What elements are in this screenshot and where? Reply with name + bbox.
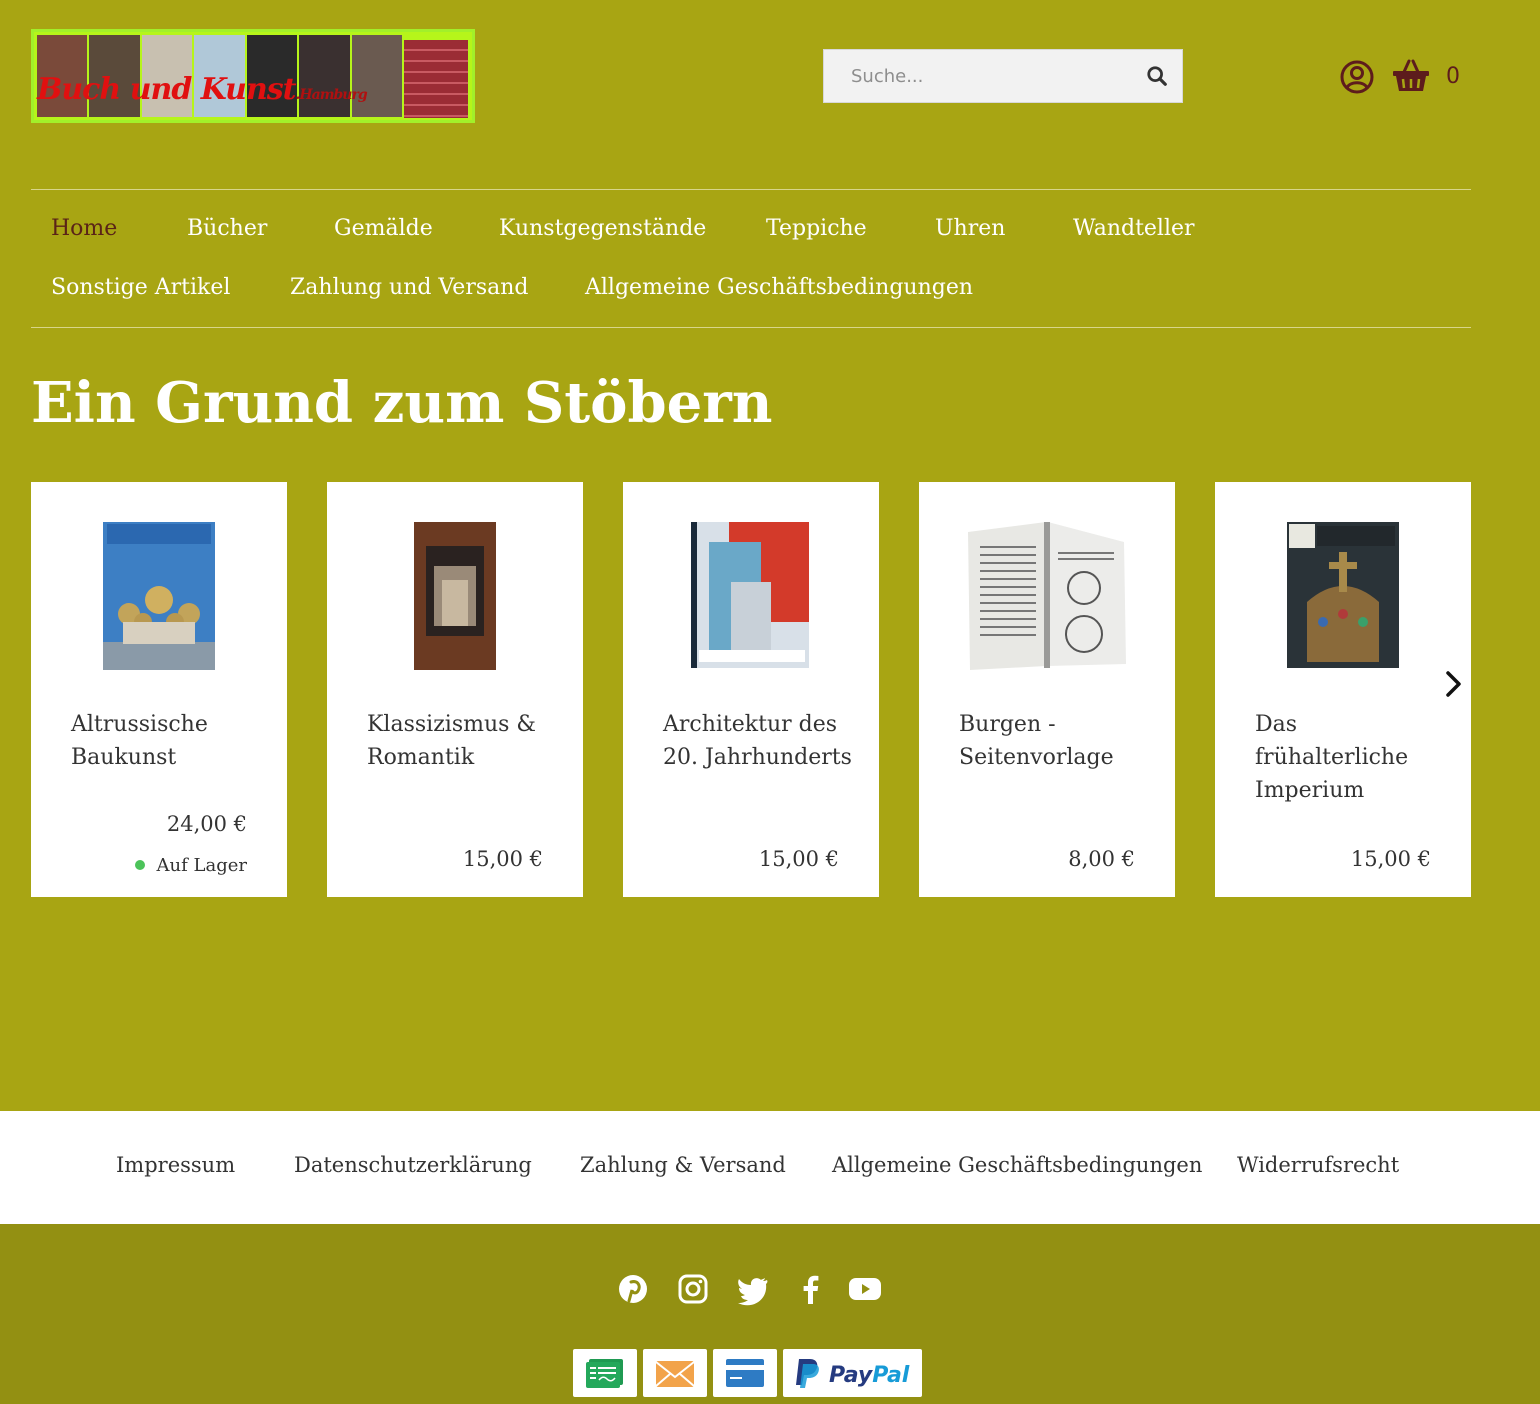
- logo-text: Buch und Kunst.Hamburg: [37, 72, 368, 107]
- svg-text:PayPal: PayPal: [829, 1363, 910, 1388]
- footer-link-impressum[interactable]: Impressum: [116, 1153, 235, 1177]
- product-card[interactable]: Architektur des 20. Jahrhunderts 15,00 €: [623, 482, 879, 897]
- search-icon[interactable]: [1146, 65, 1168, 87]
- search-input[interactable]: [824, 50, 1134, 102]
- product-card[interactable]: Klassizismus & Romantik 15,00 €: [327, 482, 583, 897]
- product-title[interactable]: Das frühalterliche Imperium: [1255, 708, 1445, 807]
- shopping-basket-icon[interactable]: [1392, 58, 1430, 94]
- product-title[interactable]: Altrussische Baukunst: [71, 708, 261, 774]
- nav-item-sonstige-artikel[interactable]: Sonstige Artikel: [51, 275, 230, 300]
- instagram-icon[interactable]: [676, 1272, 710, 1306]
- product-title[interactable]: Klassizismus & Romantik: [367, 708, 557, 774]
- credit-card-icon: [713, 1349, 777, 1397]
- product-price: 15,00 €: [462, 847, 543, 871]
- nav-item-buecher[interactable]: Bücher: [187, 216, 267, 241]
- main-navigation: Home Bücher Gemälde Kunstgegenstände Tep…: [31, 189, 1471, 328]
- nav-item-kunstgegenstaende[interactable]: Kunstgegenstände: [499, 216, 706, 241]
- product-price: 15,00 €: [758, 847, 839, 871]
- product-card[interactable]: Altrussische Baukunst 24,00 € Auf Lager: [31, 482, 287, 897]
- prepayment-icon: [643, 1349, 707, 1397]
- youtube-icon[interactable]: [848, 1272, 882, 1306]
- nav-item-uhren[interactable]: Uhren: [935, 216, 1005, 241]
- nav-item-teppiche[interactable]: Teppiche: [766, 216, 867, 241]
- footer-link-datenschutz[interactable]: Datenschutzerklärung: [294, 1153, 532, 1177]
- pinterest-icon[interactable]: [616, 1272, 650, 1306]
- product-price: 24,00 €: [166, 812, 247, 836]
- page-heading: Ein Grund zum Stöbern: [31, 370, 773, 436]
- carousel-next-arrow-icon[interactable]: [1441, 670, 1465, 698]
- paypal-logo: PayPal: [783, 1349, 922, 1397]
- product-card[interactable]: Das frühalterliche Imperium 15,00 €: [1215, 482, 1471, 897]
- in-stock-dot-icon: [134, 860, 145, 870]
- search-bar: [823, 49, 1183, 103]
- cart-item-count: 0: [1446, 64, 1460, 89]
- site-logo[interactable]: Buch und Kunst.Hamburg: [31, 29, 475, 123]
- footer-link-widerrufsrecht[interactable]: Widerrufsrecht: [1237, 1153, 1399, 1177]
- user-account-icon[interactable]: [1340, 60, 1374, 94]
- product-image-altrussische-baukunst: [103, 522, 215, 670]
- nav-item-agb[interactable]: Allgemeine Geschäftsbedingungen: [585, 275, 973, 300]
- footer-link-bar: Impressum Datenschutzerklärung Zahlung &…: [0, 1111, 1540, 1224]
- product-price: 15,00 €: [1350, 847, 1431, 871]
- product-card[interactable]: Burgen - Seitenvorlage 8,00 €: [919, 482, 1175, 897]
- product-title[interactable]: Architektur des 20. Jahrhunderts: [663, 708, 853, 774]
- stock-status: Auf Lager: [134, 855, 247, 876]
- product-image-architektur-20-jahrhundert: [691, 522, 809, 668]
- footer-link-zahlung-versand[interactable]: Zahlung & Versand: [580, 1153, 786, 1177]
- nav-item-gemaelde[interactable]: Gemälde: [334, 216, 433, 241]
- footer-link-agb[interactable]: Allgemeine Geschäftsbedingungen: [832, 1153, 1202, 1177]
- product-price: 8,00 €: [1068, 847, 1135, 871]
- product-image-fruehalterliche-imperium: [1287, 522, 1399, 668]
- invoice-icon: [573, 1349, 637, 1397]
- nav-item-wandteller[interactable]: Wandteller: [1073, 216, 1195, 241]
- logo-book-shelf: [404, 40, 468, 118]
- product-image-burgen-seitenvorlage: [968, 522, 1126, 670]
- footer-bottom: PayPal: [0, 1224, 1540, 1404]
- nav-item-home[interactable]: Home: [51, 216, 117, 241]
- twitter-icon[interactable]: [736, 1272, 770, 1306]
- product-title[interactable]: Burgen - Seitenvorlage: [959, 708, 1149, 774]
- nav-item-zahlung-und-versand[interactable]: Zahlung und Versand: [290, 275, 529, 300]
- product-image-klassizismus-romantik: [414, 522, 496, 670]
- facebook-icon[interactable]: [794, 1272, 828, 1306]
